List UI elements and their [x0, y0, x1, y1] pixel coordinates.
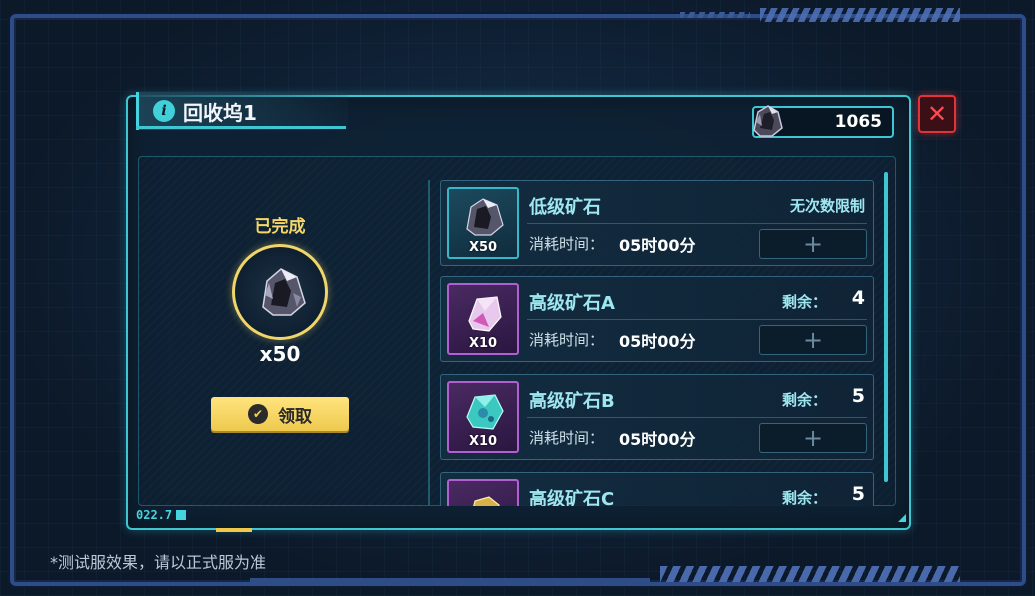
gold-ore-icon — [473, 496, 500, 506]
claim-label: 领取 — [278, 406, 312, 427]
remaining-label: 剩余： — [781, 391, 827, 409]
remaining-value: 5 — [851, 483, 865, 505]
item-name: 高级矿石C — [529, 489, 615, 506]
remaining-value: 5 — [851, 385, 865, 407]
disclaimer-text: *测试服效果，请以正式服为准 — [50, 553, 267, 572]
item-name: 高级矿石A — [529, 293, 615, 314]
time-value: 05时00分 — [619, 236, 696, 255]
status-label: 已完成 — [254, 217, 306, 237]
panel-header: i 回收坞1 — [136, 92, 348, 130]
item-thumbnail — [447, 479, 519, 506]
item-quantity: X10 — [468, 434, 498, 449]
item-separator — [527, 223, 867, 224]
remaining-label: 剩余： — [781, 489, 827, 506]
item-name: 高级矿石B — [529, 391, 615, 412]
item-thumbnail: X50 — [447, 187, 519, 259]
corner-decoration — [898, 514, 906, 522]
add-button[interactable]: + — [759, 229, 867, 259]
cyan-crystal-icon — [466, 394, 504, 430]
header-underline — [136, 126, 346, 129]
list-item[interactable]: X10 高级矿石B 剩余： 5 消耗时间： 05时00分 + — [440, 374, 874, 460]
list-item[interactable]: 高级矿石C 剩余： 5 — [440, 472, 874, 506]
add-button[interactable]: + — [759, 325, 867, 355]
page-indicator — [216, 528, 252, 532]
frame-decoration — [680, 12, 750, 18]
panel-title: 回收坞1 — [183, 100, 257, 125]
dark-ore-icon — [262, 268, 306, 316]
list-item[interactable]: X50 低级矿石 无次数限制 消耗时间： 05时00分 + — [440, 180, 874, 266]
reward-quantity: x50 — [259, 342, 301, 366]
close-button[interactable]: ✕ — [918, 95, 956, 133]
column-divider — [428, 180, 430, 505]
list-scrollbar[interactable] — [884, 172, 888, 482]
time-label: 消耗时间： — [529, 235, 605, 253]
remaining-value: 4 — [851, 287, 865, 309]
list-item[interactable]: X10 高级矿石A 剩余： 4 消耗时间： 05时00分 + — [440, 276, 874, 362]
time-label: 消耗时间： — [529, 429, 605, 447]
ore-list[interactable]: X50 低级矿石 无次数限制 消耗时间： 05时00分 + X10 高级矿石A … — [440, 180, 874, 506]
panel-code: 022.7 — [136, 508, 173, 522]
claim-button[interactable]: ✔ 领取 — [211, 397, 349, 431]
remaining-label: 剩余： — [781, 293, 827, 311]
frame-decoration — [760, 8, 960, 22]
pink-crystal-icon — [468, 296, 502, 332]
item-quantity: X10 — [468, 336, 498, 351]
check-icon: ✔ — [248, 404, 268, 424]
item-quantity: X50 — [468, 240, 498, 255]
dark-ore-icon — [466, 198, 504, 236]
item-limit: 无次数限制 — [789, 197, 865, 215]
frame-decoration — [250, 578, 650, 586]
time-value: 05时00分 — [619, 332, 696, 351]
item-separator — [527, 319, 867, 320]
time-label: 消耗时间： — [529, 331, 605, 349]
frame-decoration — [660, 566, 960, 582]
reward-icon-ring — [232, 244, 328, 340]
currency-value: 1065 — [834, 112, 882, 132]
code-marker — [176, 510, 186, 520]
time-value: 05时00分 — [619, 430, 696, 449]
item-thumbnail: X10 — [447, 283, 519, 355]
item-name: 低级矿石 — [529, 197, 601, 218]
ore-currency-icon — [746, 100, 788, 142]
item-thumbnail: X10 — [447, 381, 519, 453]
add-button[interactable]: + — [759, 423, 867, 453]
item-separator — [527, 417, 867, 418]
info-icon[interactable]: i — [153, 100, 175, 122]
